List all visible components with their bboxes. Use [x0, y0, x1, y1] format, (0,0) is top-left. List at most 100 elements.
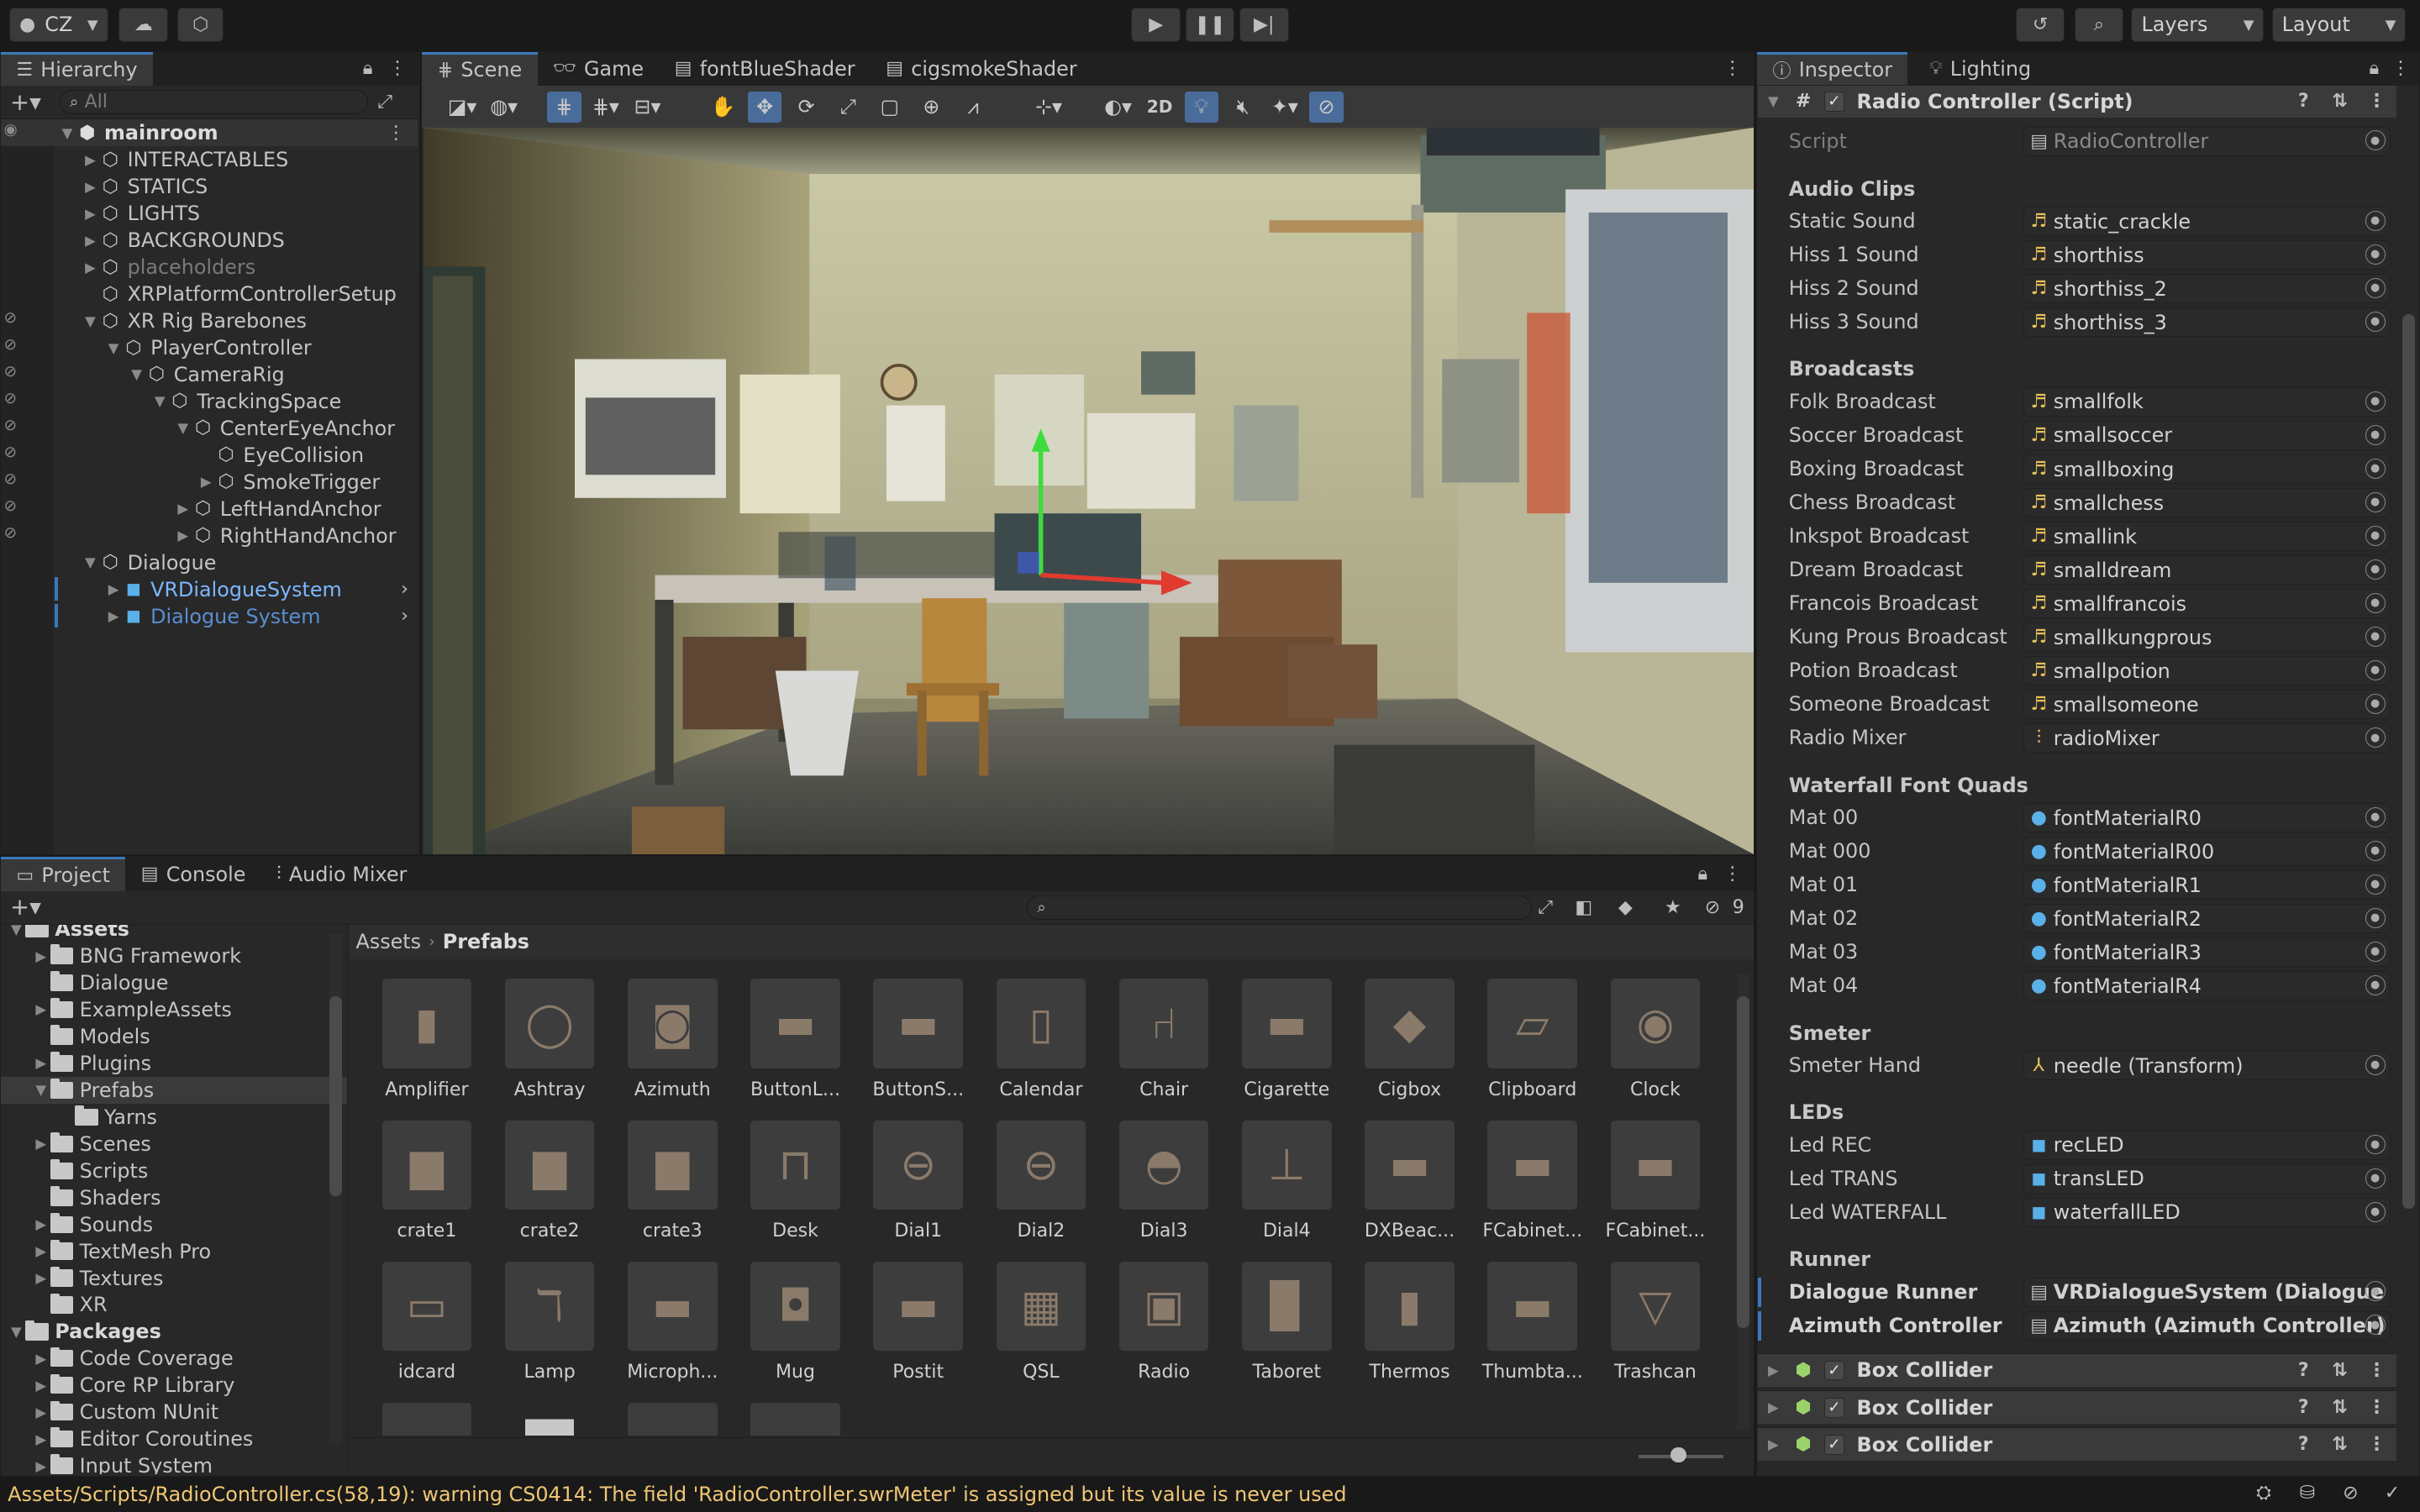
- project-folder-item[interactable]: ▶ Editor Coroutines: [1, 1425, 347, 1452]
- help-icon[interactable]: ?: [2298, 1397, 2309, 1418]
- hierarchy-search-input[interactable]: ⌕ All: [59, 90, 369, 115]
- collapsed-icon[interactable]: ▶: [82, 260, 100, 276]
- kebab-menu-icon[interactable]: ⋮: [2367, 91, 2386, 112]
- collapsed-icon[interactable]: ▶: [82, 152, 100, 168]
- check-icon[interactable]: ✓: [2385, 1483, 2400, 1504]
- tab-cigsmokeshader[interactable]: ▤ cigsmokeShader: [871, 52, 1092, 86]
- asset-item[interactable]: ◘ Mug: [734, 1261, 857, 1398]
- object-field[interactable]: ♬ static_crackle ●: [2023, 207, 2391, 236]
- object-field[interactable]: ♬ shorthiss_2 ●: [2023, 274, 2391, 304]
- project-folder-item[interactable]: ▶ ExampleAssets: [1, 996, 347, 1023]
- tree-scrollbar[interactable]: [329, 934, 342, 1444]
- object-picker-icon[interactable]: ●: [2365, 210, 2386, 231]
- help-icon[interactable]: ?: [2298, 1360, 2309, 1381]
- hidden-eye-icon[interactable]: ⊘: [4, 309, 17, 327]
- object-field[interactable]: ♬ smallfrancois ●: [2023, 589, 2391, 619]
- project-folder-item[interactable]: Yarns: [1, 1104, 347, 1131]
- object-field[interactable]: ◼ waterfallLED ●: [2023, 1198, 2391, 1227]
- asset-item[interactable]: ▭ idcard: [365, 1261, 488, 1398]
- hierarchy-item[interactable]: ⊘ ▶ ⬡ RightHandAnchor: [1, 522, 418, 549]
- collapsed-icon[interactable]: ▶: [104, 581, 123, 597]
- draw-mode-icon[interactable]: ◪▾: [445, 92, 479, 123]
- object-picker-icon[interactable]: ●: [2365, 277, 2386, 298]
- component-enabled-checkbox[interactable]: ✓: [1823, 1434, 1844, 1455]
- account-dropdown[interactable]: ● CZ ▼: [9, 8, 108, 42]
- help-icon[interactable]: ?: [2298, 91, 2309, 112]
- chevron-right-icon[interactable]: ›: [401, 606, 408, 627]
- hierarchy-item[interactable]: ▼ ⬡ Dialogue: [1, 549, 418, 576]
- project-folder-item[interactable]: ▶ Core RP Library: [1, 1372, 347, 1399]
- kebab-menu-icon[interactable]: ⋮: [1723, 58, 1742, 79]
- filter-type-icon[interactable]: ◧: [1575, 897, 1592, 918]
- tab-game[interactable]: 👓︎ Game: [538, 52, 660, 86]
- tab-inspector[interactable]: ⓘ Inspector: [1757, 51, 1908, 87]
- lock-icon[interactable]: 🔒︎: [363, 58, 373, 79]
- object-picker-icon[interactable]: ●: [2365, 592, 2386, 613]
- component-header[interactable]: ▶ ⬢ ✓ Box Collider? ⇅ ⋮: [1758, 1426, 2397, 1462]
- kebab-menu-icon[interactable]: ⋮: [2367, 1360, 2386, 1381]
- hidden-eye-icon[interactable]: ⊘: [4, 390, 17, 407]
- object-field[interactable]: ♬ smallboxing ●: [2023, 454, 2391, 484]
- object-field[interactable]: ♬ smallfolk ●: [2023, 387, 2391, 417]
- project-folder-item[interactable]: Shaders: [1, 1184, 347, 1211]
- chevron-right-icon[interactable]: ›: [401, 579, 408, 600]
- hierarchy-item[interactable]: ⊘ ▶ ⬡ SmokeTrigger: [1, 469, 418, 496]
- asset-item[interactable]: ▬ Microph...: [611, 1261, 734, 1398]
- object-picker-icon[interactable]: ●: [2365, 907, 2386, 928]
- object-field[interactable]: ⅄ needle (Transform) ●: [2023, 1051, 2391, 1081]
- hidden-objects-icon[interactable]: ⊘: [1309, 91, 1344, 123]
- collapsed-icon[interactable]: ▶: [32, 1270, 50, 1286]
- collapsed-icon[interactable]: ▶: [32, 948, 50, 964]
- object-field[interactable]: ♬ smallpotion ●: [2023, 656, 2391, 686]
- collapsed-icon[interactable]: ▶: [32, 1216, 50, 1232]
- component-header[interactable]: ▶ ⬢ ✓ Box Collider? ⇅ ⋮: [1758, 1352, 2397, 1388]
- object-picker-icon[interactable]: ●: [2365, 559, 2386, 580]
- object-field[interactable]: ◼ transLED ●: [2023, 1163, 2391, 1194]
- project-folder-item[interactable]: ▶ Scenes: [1, 1131, 347, 1158]
- collapsed-icon[interactable]: ▶: [1764, 1399, 1782, 1415]
- expanded-icon[interactable]: ▼: [82, 313, 100, 329]
- object-field[interactable]: ♬ shorthiss_3 ●: [2023, 307, 2391, 338]
- asset-item[interactable]: ◆ Cigbox: [1348, 979, 1471, 1115]
- custom-tool-icon[interactable]: ⩘: [956, 92, 990, 123]
- history-button[interactable]: ↺: [2015, 8, 2065, 42]
- object-picker-icon[interactable]: ●: [2365, 727, 2386, 748]
- search-button[interactable]: ⌕: [2074, 8, 2124, 42]
- object-field[interactable]: ● fontMaterialR00 ●: [2023, 837, 2391, 867]
- label-icon[interactable]: ◆: [1618, 897, 1633, 918]
- project-folder-item[interactable]: ▼ Packages: [1, 1318, 347, 1345]
- object-field[interactable]: ● fontMaterialR0 ●: [2023, 803, 2391, 833]
- expanded-icon[interactable]: ▼: [32, 1082, 50, 1098]
- object-picker-icon[interactable]: ●: [2365, 424, 2386, 445]
- hidden-eye-icon[interactable]: ⊘: [4, 417, 17, 434]
- object-picker-icon[interactable]: ●: [2365, 1134, 2386, 1155]
- object-field[interactable]: ♬ smallkungprous ●: [2023, 622, 2391, 653]
- object-picker-icon[interactable]: ●: [2365, 694, 2386, 714]
- project-folder-item[interactable]: ▶ Plugins: [1, 1050, 347, 1077]
- project-folder-item[interactable]: ▶ Sounds: [1, 1211, 347, 1238]
- hierarchy-item[interactable]: ⊘ ▶ ⬡ LeftHandAnchor: [1, 496, 418, 522]
- expanded-icon[interactable]: ▼: [82, 554, 100, 570]
- preset-icon[interactable]: ⇅: [2332, 1360, 2347, 1381]
- expanded-icon[interactable]: ▼: [7, 1324, 25, 1340]
- hierarchy-item[interactable]: ⊘ ▼ ⬡ XR Rig Barebones: [1, 307, 418, 334]
- kebab-menu-icon[interactable]: ⋮: [2367, 1434, 2386, 1455]
- hidden-eye-icon[interactable]: ⊘: [4, 336, 17, 354]
- object-field[interactable]: ⫶ radioMixer ●: [2023, 723, 2391, 753]
- hierarchy-root[interactable]: ◉ ▼ ⬢ mainroom ⋮: [1, 119, 418, 147]
- object-picker-icon[interactable]: ●: [2365, 660, 2386, 680]
- visibility-icon[interactable]: ◉: [4, 121, 18, 139]
- asset-item[interactable]: ⊖ Dial2: [979, 1120, 1102, 1257]
- preset-icon[interactable]: ⇅: [2332, 1434, 2347, 1455]
- asset-item[interactable]: ⑁ Chair: [1102, 979, 1226, 1115]
- scene-search-icon[interactable]: ⤢: [377, 92, 392, 113]
- hidden-eye-icon[interactable]: ⊘: [4, 470, 17, 488]
- hidden-eye-icon[interactable]: ⊘: [4, 497, 17, 515]
- object-field[interactable]: ♬ smalldream ●: [2023, 555, 2391, 585]
- asset-item[interactable]: [365, 1402, 488, 1436]
- project-folder-item[interactable]: Scripts: [1, 1158, 347, 1184]
- collapsed-icon[interactable]: ▶: [174, 528, 192, 543]
- kebab-menu-icon[interactable]: ⋮: [2367, 1397, 2386, 1418]
- breadcrumb-root[interactable]: Assets: [355, 930, 421, 953]
- hierarchy-item[interactable]: ⊘ ▼ ⬡ CenterEyeAnchor: [1, 415, 418, 442]
